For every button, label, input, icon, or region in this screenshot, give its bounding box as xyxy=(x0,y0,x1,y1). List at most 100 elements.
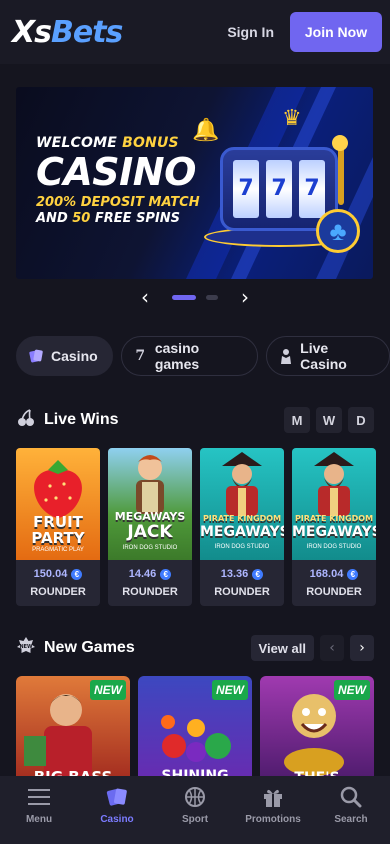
promo-banner[interactable]: WELCOME BONUS CASINO 200% DEPOSIT MATCH … xyxy=(16,87,373,279)
filter-day-button[interactable]: D xyxy=(348,407,374,433)
live-win-card[interactable]: PIRATE KINGDOM MEGAWAYS IRON DOG STUDIO … xyxy=(292,448,376,606)
sign-in-button[interactable]: Sign In xyxy=(227,24,274,40)
nav-menu-label: Menu xyxy=(25,814,53,825)
euro-coin-icon: € xyxy=(252,568,264,580)
tab-live-casino-label: Live Casino xyxy=(300,340,347,372)
new-star-icon: NEW xyxy=(16,636,36,661)
tab-casino-games[interactable]: 7 casino games xyxy=(120,336,259,376)
live-win-card[interactable]: MEGAWAYS JACK IRON DOG STUDIO 14.46 € ROU… xyxy=(108,448,192,606)
logo-text-bets: Bets xyxy=(51,14,123,50)
win-username: ROUNDER xyxy=(30,586,86,598)
carousel-dot-active[interactable] xyxy=(172,294,196,300)
nav-casino[interactable]: Casino xyxy=(78,776,156,844)
win-amount: 13.36 € xyxy=(200,568,284,580)
banner-and-text: AND xyxy=(36,211,73,226)
new-games-next-button[interactable]: › xyxy=(350,635,374,661)
new-badge: NEW xyxy=(212,680,248,700)
nav-sport-label: Sport xyxy=(181,814,209,825)
game-title-line2: MEGAWAYS xyxy=(200,524,284,540)
nav-promotions-label: Promotions xyxy=(245,814,301,825)
game-thumbnail: PIRATE KINGDOM MEGAWAYS IRON DOG STUDIO xyxy=(292,448,376,560)
banner-headline: WELCOME BONUS CASINO 200% DEPOSIT MATCH … xyxy=(36,135,200,227)
clover-icon: ♣ xyxy=(316,209,360,253)
logo-text-xs: Xs xyxy=(12,14,52,50)
cards-icon xyxy=(27,347,45,365)
new-games-header: NEW New Games View all ‹ › xyxy=(16,634,374,662)
tab-casino-games-label: casino games xyxy=(154,340,200,372)
slot-reel: 7 xyxy=(233,160,259,218)
carousel-prev-button[interactable]: ‹ xyxy=(134,285,156,309)
win-amount: 150.04 € xyxy=(16,568,100,580)
banner-carousel-controls: ‹ › xyxy=(0,285,390,309)
nav-menu[interactable]: Menu xyxy=(0,776,78,844)
carousel-dot[interactable] xyxy=(206,294,218,300)
menu-icon xyxy=(26,784,52,810)
win-amount-value: 150.04 xyxy=(33,568,68,580)
view-all-button[interactable]: View all xyxy=(250,635,314,661)
nav-sport[interactable]: Sport xyxy=(156,776,234,844)
euro-coin-icon: € xyxy=(71,568,83,580)
game-card[interactable]: BIG BASS NEW xyxy=(16,676,130,786)
banner-deposit-text: 200% DEPOSIT MATCH xyxy=(36,195,200,210)
pirate-character-illustration xyxy=(314,452,354,516)
slot-lever xyxy=(338,147,344,205)
new-games-title: New Games xyxy=(44,639,135,656)
game-studio: IRON DOG STUDIO xyxy=(214,544,270,550)
game-title-line2: JACK xyxy=(127,522,173,542)
filter-week-button[interactable]: W xyxy=(316,407,342,433)
win-username: ROUNDER xyxy=(306,586,362,598)
carousel-next-button[interactable]: › xyxy=(234,285,256,309)
game-thumbnail: FRUIT PARTY PRAGMATIC PLAY xyxy=(16,448,100,560)
live-wins-title: Live Wins xyxy=(44,411,119,428)
euro-coin-icon: € xyxy=(160,568,172,580)
category-tabs: Casino 7 casino games Live Casino xyxy=(16,336,390,376)
banner-free-spins-text: FREE SPINS xyxy=(90,211,181,226)
tab-casino[interactable]: Casino xyxy=(16,336,113,376)
game-title-line2: PARTY xyxy=(31,529,85,547)
game-title-line2: MEGAWAYS xyxy=(292,524,376,540)
euro-coin-icon: € xyxy=(347,568,359,580)
live-win-card[interactable]: FRUIT PARTY PRAGMATIC PLAY 150.04 € ROUND… xyxy=(16,448,100,606)
filter-month-button[interactable]: M xyxy=(284,407,310,433)
nav-search-label: Search xyxy=(334,814,368,825)
win-username: ROUNDER xyxy=(214,586,270,598)
win-amount-value: 14.46 xyxy=(128,568,157,580)
win-amount: 168.04 € xyxy=(292,568,376,580)
slot-lever-knob xyxy=(332,135,348,151)
win-amount-value: 13.36 xyxy=(220,568,249,580)
slot-reel: 7 xyxy=(266,160,292,218)
cherries-icon xyxy=(16,408,36,433)
game-studio: IRON DOG STUDIO xyxy=(306,544,362,550)
new-badge: NEW xyxy=(90,680,126,700)
banner-bonus-text: BONUS xyxy=(122,135,179,151)
xsbets-logo[interactable]: Xs Bets xyxy=(12,14,123,50)
top-header: Xs Bets Sign In Join Now xyxy=(0,0,390,64)
nav-search[interactable]: Search xyxy=(312,776,390,844)
basketball-icon xyxy=(182,784,208,810)
game-thumbnail: MEGAWAYS JACK IRON DOG STUDIO xyxy=(108,448,192,560)
win-username: ROUNDER xyxy=(122,586,178,598)
nav-casino-label: Casino xyxy=(100,814,134,825)
strawberry-icon xyxy=(34,460,82,518)
seven-icon: 7 xyxy=(135,348,146,364)
join-now-button[interactable]: Join Now xyxy=(290,12,382,52)
game-card[interactable]: THE'S NEW xyxy=(260,676,374,786)
live-win-card[interactable]: PIRATE KINGDOM MEGAWAYS IRON DOG STUDIO … xyxy=(200,448,284,606)
new-games-prev-button[interactable]: ‹ xyxy=(320,635,344,661)
tab-live-casino[interactable]: Live Casino xyxy=(266,336,390,376)
live-wins-list: FRUIT PARTY PRAGMATIC PLAY 150.04 € ROUND… xyxy=(16,448,376,606)
banner-spins-count: 50 xyxy=(72,211,91,226)
game-studio: PRAGMATIC PLAY xyxy=(32,547,84,553)
slot-reel: 7 xyxy=(299,160,325,218)
casino-cards-icon xyxy=(104,784,130,810)
bottom-navigation: Menu Casino Sport Promotions Search xyxy=(0,776,390,844)
crown-icon: ♛ xyxy=(282,105,302,130)
gift-icon xyxy=(260,784,286,810)
game-studio: IRON DOG STUDIO xyxy=(122,545,178,551)
banner-casino-text: CASINO xyxy=(36,150,196,194)
win-amount: 14.46 € xyxy=(108,568,192,580)
jack-character-illustration xyxy=(136,455,164,514)
game-card[interactable]: SHINING NEW xyxy=(138,676,252,786)
banner-welcome-text: WELCOME xyxy=(36,135,123,151)
nav-promotions[interactable]: Promotions xyxy=(234,776,312,844)
